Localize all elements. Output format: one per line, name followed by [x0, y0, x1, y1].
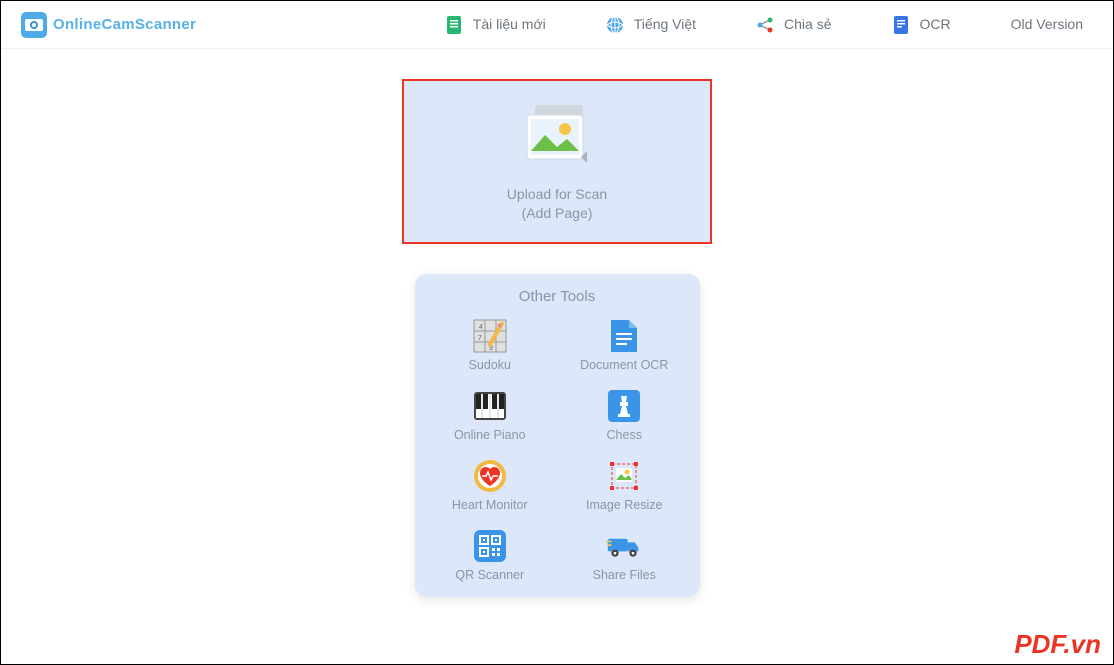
- tools-grid: 479 Sudoku Document OCR Online Piano Che…: [425, 315, 690, 585]
- document-icon: [445, 16, 463, 34]
- nav-language[interactable]: Tiếng Việt: [606, 16, 696, 34]
- upload-text-line1: Upload for Scan: [507, 185, 607, 204]
- tool-qr-scanner[interactable]: QR Scanner: [425, 525, 556, 585]
- nav-label: Tài liệu mới: [473, 16, 546, 34]
- nav-label: Old Version: [1011, 16, 1083, 34]
- svg-text:4: 4: [479, 324, 483, 331]
- tool-image-resize[interactable]: Image Resize: [559, 455, 690, 515]
- upload-image-icon: [517, 101, 597, 173]
- logo-icon: [21, 12, 47, 38]
- tool-label: Heart Monitor: [452, 498, 528, 512]
- logo[interactable]: OnlineCamScanner: [21, 12, 196, 38]
- tool-document-ocr[interactable]: Document OCR: [559, 315, 690, 375]
- nav-label: OCR: [920, 16, 951, 34]
- nav-label: Chia sẻ: [784, 16, 831, 34]
- upload-text-line2: (Add Page): [507, 204, 607, 223]
- upload-text: Upload for Scan (Add Page): [507, 185, 607, 223]
- header: OnlineCamScanner Tài liệu mới Tiếng Việt…: [1, 1, 1113, 49]
- truck-icon: [606, 528, 642, 564]
- tool-sudoku[interactable]: 479 Sudoku: [425, 315, 556, 375]
- sudoku-icon: 479: [472, 318, 508, 354]
- piano-icon: [472, 388, 508, 424]
- tool-label: Chess: [607, 428, 642, 442]
- tool-label: Document OCR: [580, 358, 668, 372]
- document-icon: [606, 318, 642, 354]
- qr-icon: [472, 528, 508, 564]
- tool-chess[interactable]: Chess: [559, 385, 690, 445]
- tool-label: Sudoku: [469, 358, 511, 372]
- nav-ocr[interactable]: OCR: [892, 16, 951, 34]
- heart-icon: [472, 458, 508, 494]
- nav-old-version[interactable]: Old Version: [1011, 16, 1083, 34]
- tool-label: Share Files: [593, 568, 656, 582]
- share-icon: [756, 16, 774, 34]
- globe-icon: [606, 16, 624, 34]
- svg-text:7: 7: [478, 335, 482, 342]
- tools-title: Other Tools: [425, 288, 690, 305]
- main-content: Upload for Scan (Add Page) Other Tools 4…: [1, 49, 1113, 597]
- tool-label: Online Piano: [454, 428, 526, 442]
- tool-online-piano[interactable]: Online Piano: [425, 385, 556, 445]
- watermark: PDF.vn: [1014, 629, 1101, 660]
- nav-label: Tiếng Việt: [634, 16, 696, 34]
- nav-bar: Tài liệu mới Tiếng Việt Chia sẻ OCR Old …: [196, 16, 1093, 34]
- chess-icon: [606, 388, 642, 424]
- other-tools-panel: Other Tools 479 Sudoku Document OCR Onli…: [415, 274, 700, 597]
- resize-icon: [606, 458, 642, 494]
- tool-label: QR Scanner: [455, 568, 524, 582]
- logo-text: OnlineCamScanner: [53, 16, 196, 33]
- tool-label: Image Resize: [586, 498, 662, 512]
- nav-share[interactable]: Chia sẻ: [756, 16, 831, 34]
- tool-share-files[interactable]: Share Files: [559, 525, 690, 585]
- tool-heart-monitor[interactable]: Heart Monitor: [425, 455, 556, 515]
- upload-area[interactable]: Upload for Scan (Add Page): [402, 79, 712, 244]
- ocr-icon: [892, 16, 910, 34]
- nav-new-document[interactable]: Tài liệu mới: [445, 16, 546, 34]
